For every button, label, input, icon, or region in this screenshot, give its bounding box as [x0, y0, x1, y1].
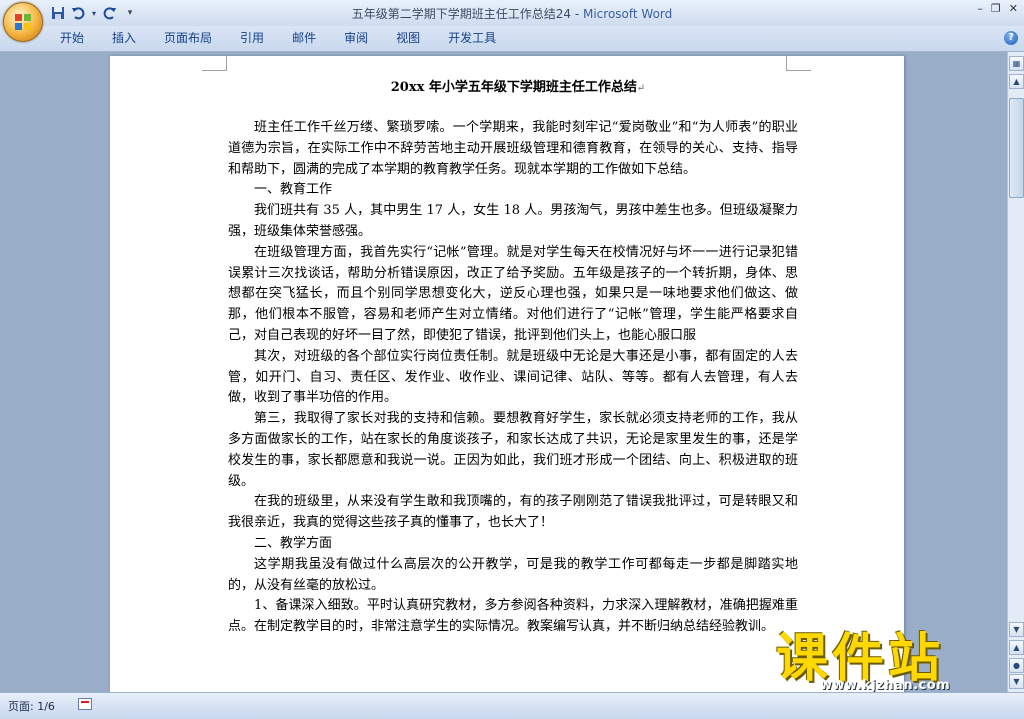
office-logo-icon	[15, 14, 31, 30]
tab-developer[interactable]: 开发工具	[434, 26, 510, 51]
document-page[interactable]: 20xx 年小学五年级下学期班主任工作总结↵ 班主任工作千丝万缕、繁琐罗嗦。一个…	[110, 56, 904, 692]
tab-references[interactable]: 引用	[226, 26, 278, 51]
paragraph: 1、备课深入细致。平时认真研究教材，多方参阅各种资料，力求深入理解教材，准确把握…	[228, 598, 798, 635]
ruler-toggle-icon[interactable]: ▦	[1009, 56, 1024, 71]
section-heading: 一、教育工作	[254, 182, 333, 198]
title-separator: -	[571, 7, 583, 21]
help-icon[interactable]: ?	[1004, 31, 1018, 45]
paragraph: 班主任工作千丝万缕、繁琐罗嗦。一个学期来，我能时刻牢记“爱岗敬业”和“为人师表”…	[228, 120, 798, 177]
document-name: 五年级第二学期下学期班主任工作总结24	[351, 7, 572, 21]
next-page-button[interactable]: ▼	[1009, 674, 1024, 689]
scroll-down-button[interactable]: ▼	[1009, 622, 1024, 637]
close-button[interactable]: ✕	[1009, 2, 1018, 15]
paragraph: 其次，对班级的各个部位实行岗位责任制。就是班级中无论是大事还是小事，都有固定的人…	[228, 348, 798, 406]
margin-corner-mark	[202, 56, 227, 71]
document-title: 20xx 年小学五年级下学期班主任工作总结↵	[390, 80, 646, 95]
window-title: 五年级第二学期下学期班主任工作总结24 - Microsoft Word	[0, 5, 1024, 22]
vertical-scrollbar[interactable]: ▦ ▲ ▼ ▲ ● ▼	[1007, 52, 1024, 692]
previous-page-button[interactable]: ▲	[1009, 640, 1024, 655]
app-name: Microsoft Word	[582, 7, 673, 21]
tab-view[interactable]: 视图	[382, 26, 434, 51]
site-watermark: 课件站 www.kjzhan.com	[776, 616, 1006, 693]
paragraph: 我们班共有 35 人，其中男生 17 人，女生 18 人。男孩淘气，男孩中差生也…	[228, 203, 798, 239]
tab-insert[interactable]: 插入	[98, 26, 150, 51]
page-counter[interactable]: 页面: 1/6	[8, 698, 55, 714]
margin-corner-mark	[786, 56, 811, 71]
minimize-button[interactable]: –	[977, 2, 983, 15]
paragraph: 在班级管理方面，我首先实行“记帐”管理。就是对学生每天在校情况好与坏一一进行记录…	[228, 244, 798, 343]
watermark-url: www.kjzhan.com	[820, 678, 951, 693]
proofing-icon[interactable]	[78, 698, 92, 710]
paragraph: 第三，我取得了家长对我的支持和信赖。要想教育好学生，家长就必须支持老师的工作，我…	[228, 411, 798, 489]
restore-button[interactable]: ❐	[991, 2, 1001, 15]
office-button[interactable]	[3, 2, 43, 42]
browse-object-button[interactable]: ●	[1009, 658, 1024, 673]
tab-page-layout[interactable]: 页面布局	[150, 26, 226, 51]
title-bar: ▾ ▾ 五年级第二学期下学期班主任工作总结24 - Microsoft Word…	[0, 0, 1024, 26]
status-bar: 页面: 1/6	[0, 692, 1024, 719]
scroll-up-button[interactable]: ▲	[1009, 74, 1024, 89]
window-controls: – ❐ ✕	[977, 2, 1018, 15]
scrollbar-thumb[interactable]	[1009, 98, 1024, 198]
tab-home[interactable]: 开始	[46, 26, 98, 51]
section-heading: 二、教学方面	[254, 535, 333, 551]
ribbon-tab-bar: 开始 插入 页面布局 引用 邮件 审阅 视图 开发工具 ?	[0, 26, 1024, 52]
paragraph: 这学期我虽没有做过什么高层次的公开教学，可是我的教学工作可都每走一步都是脚踏实地…	[228, 556, 798, 593]
document-body[interactable]: 班主任工作千丝万缕、繁琐罗嗦。一个学期来，我能时刻牢记“爱岗敬业”和“为人师表”…	[228, 118, 798, 638]
paragraph: 在我的班级里，从来没有学生敢和我顶嘴的，有的孩子刚刚范了错误我批评过，可是转眼又…	[228, 494, 798, 531]
document-workspace: 20xx 年小学五年级下学期班主任工作总结↵ 班主任工作千丝万缕、繁琐罗嗦。一个…	[0, 52, 1007, 692]
tab-mailings[interactable]: 邮件	[278, 26, 330, 51]
tab-review[interactable]: 审阅	[330, 26, 382, 51]
